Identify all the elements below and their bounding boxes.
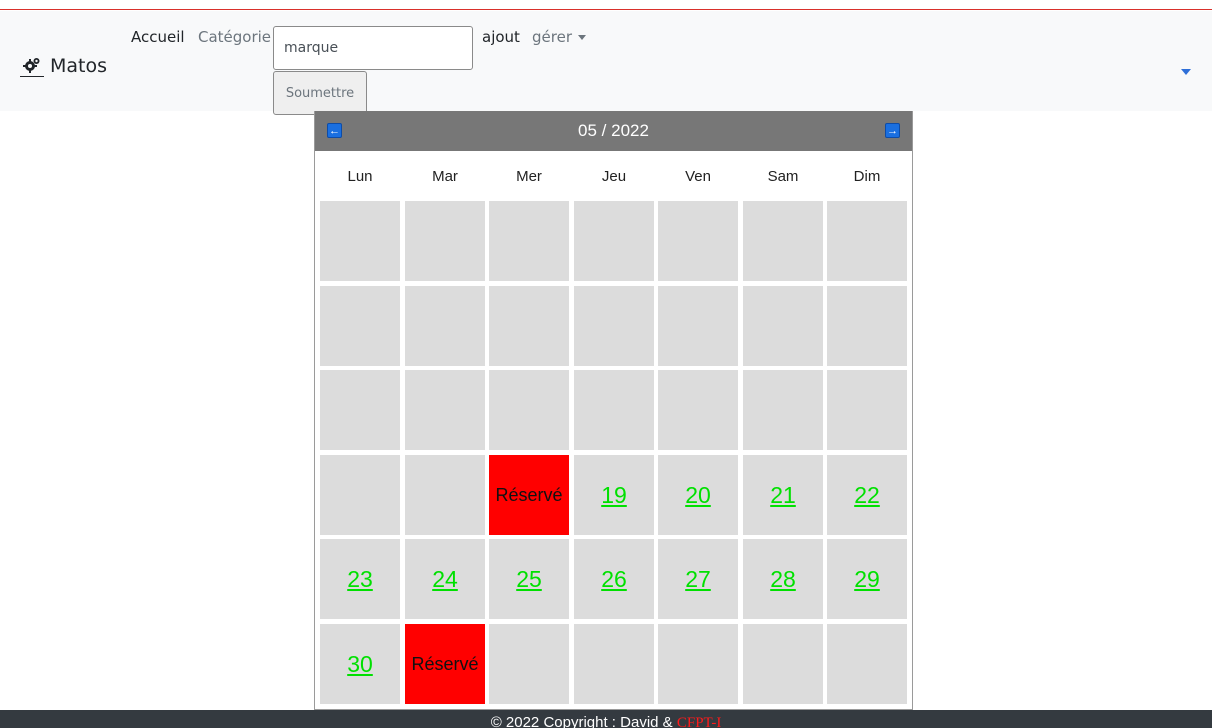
calendar-day-cell: 29 (827, 539, 907, 619)
calendar-empty-cell (743, 286, 823, 366)
calendar-empty-cell (658, 370, 738, 450)
calendar-empty-cell (489, 370, 569, 450)
calendar-day-link[interactable]: 20 (685, 482, 711, 509)
calendar-day-link[interactable]: 29 (854, 566, 880, 593)
calendar-empty-cell (743, 624, 823, 704)
calendar-empty-cell (405, 370, 485, 450)
calendar: ← 05 / 2022 → Lun Mar Mer Jeu Ven Sam Dim Rése… (314, 111, 913, 710)
calendar-day-cell: 26 (574, 539, 654, 619)
calendar-day-link[interactable]: 27 (685, 566, 711, 593)
calendar-empty-cell (574, 201, 654, 281)
calendar-empty-cell (827, 370, 907, 450)
calendar-empty-cell (658, 286, 738, 366)
weekday-row: Lun Mar Mer Jeu Ven Sam Dim (315, 151, 912, 199)
calendar-empty-cell (405, 455, 485, 535)
next-month-arrow-icon[interactable]: → (885, 123, 900, 138)
calendar-day-link[interactable]: 28 (770, 566, 796, 593)
calendar-title: 05 / 2022 (578, 121, 649, 140)
brand-label: Matos (50, 55, 108, 77)
navbar: Matos Accueil Catégorie Soumettre ajout … (0, 11, 1212, 115)
weekday-label: Dim (853, 168, 881, 185)
reserved-label: Réservé (495, 484, 563, 505)
calendar-empty-cell (827, 624, 907, 704)
weekday-label: Jeu (601, 168, 627, 185)
nav-link-ajout[interactable]: ajout (482, 28, 520, 46)
calendar-empty-cell (489, 286, 569, 366)
top-border (0, 0, 1212, 10)
nav-dropdown-gerer-label: gérer (532, 28, 572, 46)
weekday-label: Sam (767, 168, 799, 185)
nav-dropdown-gerer[interactable]: gérer (532, 28, 586, 46)
calendar-empty-cell (658, 201, 738, 281)
nav-link-accueil[interactable]: Accueil (131, 28, 185, 46)
brand[interactable]: Matos (20, 47, 107, 77)
calendar-day-cell: 23 (320, 539, 400, 619)
gears-icon (20, 57, 44, 77)
footer: © 2022 Copyright : David & CFPT-I (0, 710, 1212, 728)
calendar-day-cell: 22 (827, 455, 907, 535)
calendar-empty-cell (743, 201, 823, 281)
nav-link-categorie[interactable]: Catégorie (198, 28, 271, 46)
calendar-day-link[interactable]: 24 (432, 566, 458, 593)
calendar-day-cell: 19 (574, 455, 654, 535)
calendar-day-link[interactable]: 25 (516, 566, 542, 593)
calendar-day-cell: 24 (405, 539, 485, 619)
calendar-empty-cell (489, 201, 569, 281)
footer-copyright: © 2022 Copyright : David & (490, 714, 677, 728)
calendar-empty-cell (574, 286, 654, 366)
user-dropdown-caret-icon[interactable] (1181, 69, 1191, 75)
calendar-day-link[interactable]: 19 (601, 482, 627, 509)
weekday-label: Lun (347, 168, 373, 185)
calendar-empty-cell (489, 624, 569, 704)
weekday-label: Mer (516, 168, 542, 185)
calendar-empty-cell (405, 201, 485, 281)
calendar-empty-cell (743, 370, 823, 450)
calendar-empty-cell (320, 286, 400, 366)
calendar-day-link[interactable]: 26 (601, 566, 627, 593)
calendar-empty-cell (320, 455, 400, 535)
weekday-label: Mar (432, 168, 458, 185)
calendar-day-cell: 25 (489, 539, 569, 619)
calendar-reserved-cell: Réservé (489, 455, 569, 535)
calendar-empty-cell (574, 624, 654, 704)
footer-org-link[interactable]: CFPT-I (677, 715, 721, 728)
calendar-day-cell: 27 (658, 539, 738, 619)
search-input[interactable] (273, 26, 473, 70)
calendar-day-link[interactable]: 23 (347, 566, 373, 593)
calendar-empty-cell (574, 370, 654, 450)
calendar-day-cell: 28 (743, 539, 823, 619)
calendar-empty-cell (405, 286, 485, 366)
calendar-header: ← 05 / 2022 → (315, 111, 912, 151)
calendar-day-link[interactable]: 21 (770, 482, 796, 509)
calendar-reserved-cell: Réservé (405, 624, 485, 704)
caret-down-icon (577, 34, 586, 40)
submit-button[interactable]: Soumettre (273, 71, 367, 115)
calendar-day-cell: 30 (320, 624, 400, 704)
calendar-empty-cell (320, 201, 400, 281)
calendar-day-cell: 21 (743, 455, 823, 535)
calendar-empty-cell (320, 370, 400, 450)
calendar-day-cell: 20 (658, 455, 738, 535)
calendar-day-link[interactable]: 22 (854, 482, 880, 509)
calendar-empty-cell (827, 201, 907, 281)
calendar-day-link[interactable]: 30 (347, 651, 373, 678)
calendar-empty-cell (658, 624, 738, 704)
reserved-label: Réservé (411, 653, 479, 674)
calendar-empty-cell (827, 286, 907, 366)
weekday-label: Ven (685, 168, 711, 185)
